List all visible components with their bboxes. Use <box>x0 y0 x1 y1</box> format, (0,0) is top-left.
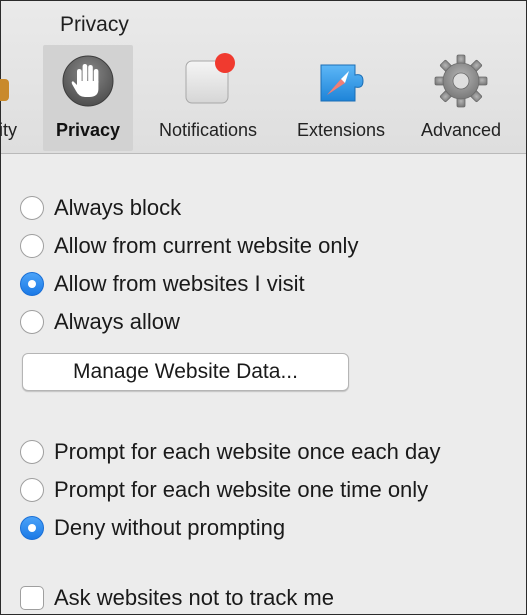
radio-button[interactable] <box>20 440 44 464</box>
radio-button-selected[interactable] <box>20 516 44 540</box>
tab-label: Advanced <box>420 120 502 140</box>
tab-label: Privacy <box>55 120 121 140</box>
location-option-deny[interactable]: Deny without prompting <box>20 513 285 543</box>
location-option-once-each-day[interactable]: Prompt for each website once each day <box>20 437 440 467</box>
tab-label: Notifications <box>158 120 258 140</box>
tab-label: ity <box>0 120 17 140</box>
cookie-option-always-block[interactable]: Always block <box>20 193 181 223</box>
radio-button[interactable] <box>20 478 44 502</box>
radio-button[interactable] <box>20 310 44 334</box>
notification-badge <box>215 53 235 73</box>
radio-button[interactable] <box>20 196 44 220</box>
cookie-option-current-website[interactable]: Allow from current website only <box>20 231 358 261</box>
manage-website-data-button[interactable]: Manage Website Data... <box>22 353 349 391</box>
radio-button-selected[interactable] <box>20 272 44 296</box>
gear-icon <box>431 51 491 111</box>
tab-security-partial[interactable]: ity <box>0 45 41 151</box>
hand-stop-icon <box>58 51 118 111</box>
location-option-one-time-only[interactable]: Prompt for each website one time only <box>20 475 428 505</box>
option-label: Ask websites not to track me <box>54 585 334 610</box>
cookie-option-always-allow[interactable]: Always allow <box>20 307 180 337</box>
option-label: Allow from websites I visit <box>54 271 305 296</box>
option-label: Always allow <box>54 309 180 334</box>
tab-label: Extensions <box>296 120 386 140</box>
partial-tab-icon <box>0 79 9 101</box>
do-not-track-checkbox[interactable] <box>20 586 44 610</box>
preferences-toolbar: Privacy ity Privacy Notifications Extens… <box>0 1 526 154</box>
option-label: Always block <box>54 195 182 220</box>
window-title: Privacy <box>60 13 129 36</box>
option-label: Allow from current website only <box>54 233 359 258</box>
tab-advanced[interactable]: Advanced <box>407 45 515 151</box>
cookie-option-websites-visited[interactable]: Allow from websites I visit <box>20 269 305 299</box>
radio-button[interactable] <box>20 234 44 258</box>
tab-extensions[interactable]: Extensions <box>283 45 399 151</box>
tab-notifications[interactable]: Notifications <box>141 45 275 151</box>
notifications-icon <box>178 51 238 111</box>
compass-puzzle-icon <box>311 51 371 111</box>
option-label: Prompt for each website once each day <box>54 439 441 464</box>
option-label: Deny without prompting <box>54 515 286 540</box>
tab-privacy[interactable]: Privacy <box>43 45 133 151</box>
option-label: Prompt for each website one time only <box>54 477 429 502</box>
do-not-track-row[interactable]: Ask websites not to track me <box>20 583 334 613</box>
